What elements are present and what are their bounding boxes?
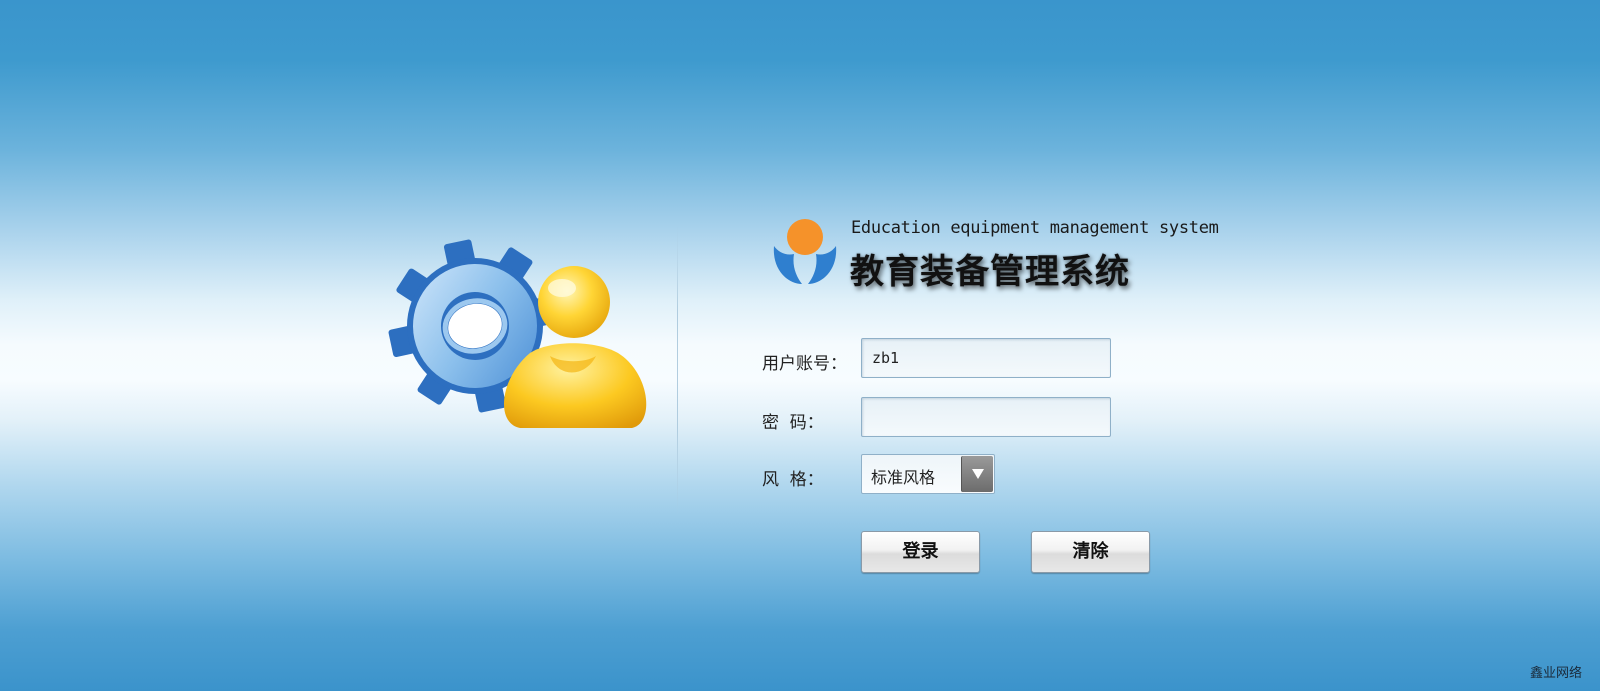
- password-input[interactable]: [861, 397, 1111, 437]
- clear-button[interactable]: 清除: [1031, 531, 1150, 573]
- vertical-divider: [677, 225, 678, 515]
- password-label: 密 码：: [762, 413, 824, 433]
- watermark-text: 鑫业网络: [1529, 666, 1582, 681]
- style-label: 风 格：: [762, 470, 824, 490]
- username-input[interactable]: [861, 338, 1111, 378]
- gear-user-icon: [388, 239, 647, 428]
- chevron-down-icon[interactable]: [961, 456, 993, 492]
- system-title-chinese: 教育装备管理系统: [850, 252, 1130, 292]
- style-select-value: 标准风格: [871, 468, 936, 487]
- login-button[interactable]: 登录: [861, 531, 980, 573]
- person-logo-icon: [773, 219, 837, 284]
- style-select[interactable]: 标准风格: [861, 454, 995, 494]
- username-label: 用户账号：: [762, 354, 847, 374]
- system-title-english: Education equipment management system: [851, 218, 1219, 238]
